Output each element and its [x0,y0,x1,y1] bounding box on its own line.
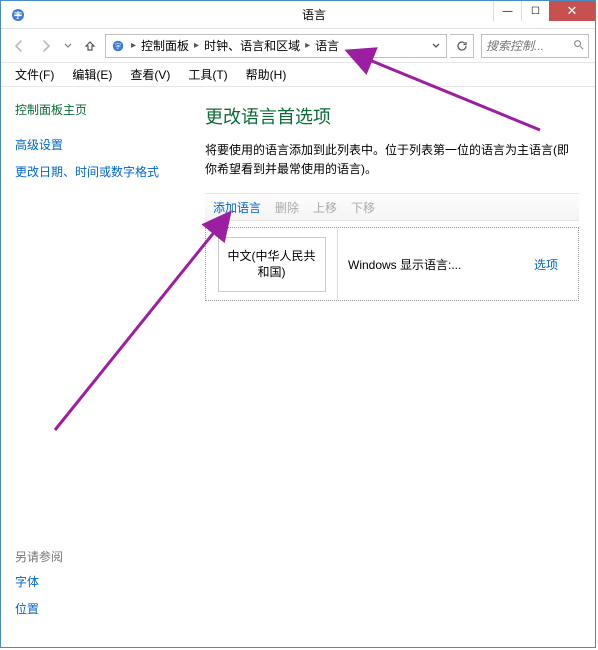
move-up-button[interactable]: 上移 [313,199,337,216]
breadcrumb-item[interactable]: 时钟、语言和区域 [202,35,302,57]
left-pane: 控制面板主页 高级设置 更改日期、时间或数字格式 另请参阅 字体 位置 [1,87,197,647]
menubar: 文件(F) 编辑(E) 查看(V) 工具(T) 帮助(H) [1,63,595,87]
add-language-button[interactable]: 添加语言 [213,199,261,216]
svg-text:字: 字 [115,42,121,50]
fonts-link[interactable]: 字体 [15,573,187,590]
chevron-right-icon: ▸ [192,40,201,51]
language-row[interactable]: 中文(中华人民共和国) Windows 显示语言:... 选项 [206,228,578,300]
page-heading: 更改语言首选项 [205,103,579,129]
right-pane: 更改语言首选项 将要使用的语言添加到此列表中。位于列表第一位的语言为主语言(即你… [197,87,595,647]
language-name: 中文(中华人民共和国) [218,237,326,293]
address-bar[interactable]: 字 ▸ 控制面板 ▸ 时钟、语言和区域 ▸ 语言 [105,34,447,58]
language-options-cell: 选项 [514,228,578,300]
app-icon: 字 [9,6,27,24]
address-icon: 字 [110,38,126,54]
see-also-label: 另请参阅 [15,548,187,565]
chevron-right-icon: ▸ [303,40,312,51]
move-down-button[interactable]: 下移 [351,199,375,216]
language-detail-text: Windows 显示语言:... [348,256,461,273]
advanced-settings-link[interactable]: 高级设置 [15,136,187,153]
language-options-link[interactable]: 选项 [534,256,558,273]
chevron-right-icon: ▸ [129,40,138,51]
breadcrumb-item[interactable]: 语言 [313,35,341,57]
navbar: 字 ▸ 控制面板 ▸ 时钟、语言和区域 ▸ 语言 [1,29,595,63]
menu-help[interactable]: 帮助(H) [238,64,295,85]
search-box[interactable] [481,34,589,58]
page-description: 将要使用的语言添加到此列表中。位于列表第一位的语言为主语言(即你希望看到并最常使… [205,141,579,179]
minimize-button[interactable]: — [493,1,521,21]
svg-text:字: 字 [14,10,22,20]
search-input[interactable] [486,39,573,53]
address-dropdown-button[interactable] [428,39,444,53]
maximize-button[interactable]: ☐ [521,1,549,21]
menu-tools[interactable]: 工具(T) [180,64,235,85]
nav-up-button[interactable] [78,34,102,58]
language-list: 中文(中华人民共和国) Windows 显示语言:... 选项 [205,227,579,301]
window-controls: — ☐ ✕ [493,1,595,21]
titlebar: 字 语言 — ☐ ✕ [1,1,595,29]
nav-history-button[interactable] [61,34,75,58]
nav-forward-button[interactable] [34,34,58,58]
language-name-cell: 中文(中华人民共和国) [206,228,338,300]
refresh-button[interactable] [450,34,474,58]
language-detail-cell: Windows 显示语言:... [338,228,514,300]
remove-language-button[interactable]: 删除 [275,199,299,216]
date-time-format-link[interactable]: 更改日期、时间或数字格式 [15,163,187,180]
close-button[interactable]: ✕ [549,1,595,21]
control-panel-home-link[interactable]: 控制面板主页 [15,101,187,118]
search-icon [573,39,584,53]
breadcrumb-item[interactable]: 控制面板 [139,35,191,57]
menu-file[interactable]: 文件(F) [7,64,62,85]
menu-edit[interactable]: 编辑(E) [64,64,120,85]
menu-view[interactable]: 查看(V) [122,64,178,85]
location-link[interactable]: 位置 [15,600,187,617]
language-toolbar: 添加语言 删除 上移 下移 [205,193,579,221]
see-also-block: 另请参阅 字体 位置 [15,548,187,637]
body: 控制面板主页 高级设置 更改日期、时间或数字格式 另请参阅 字体 位置 更改语言… [1,87,595,647]
nav-back-button[interactable] [7,34,31,58]
window-frame: 字 语言 — ☐ ✕ 字 [0,0,596,648]
